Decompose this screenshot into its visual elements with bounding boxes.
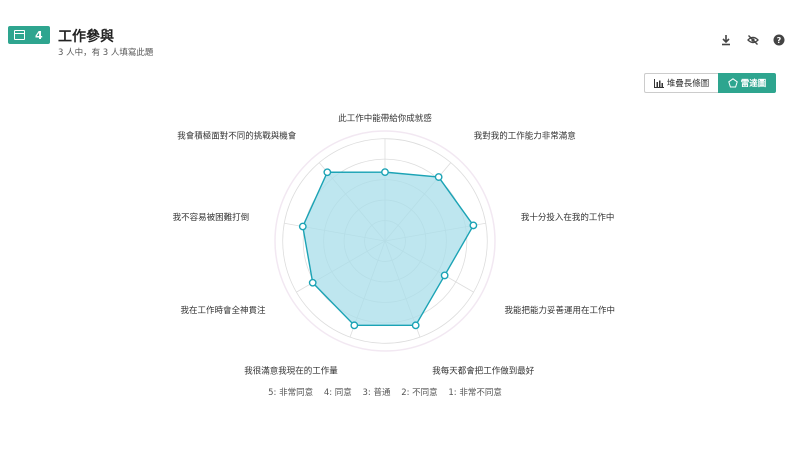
axis-label: 我會積極面對不同的挑戰與機會 — [177, 130, 297, 141]
axis-label: 我能把能力妥善運用在工作中 — [505, 305, 616, 316]
axis-label: 我在工作時會全神貫注 — [180, 305, 266, 316]
legend-item: 1: 非常不同意 — [448, 388, 502, 398]
data-point — [434, 173, 443, 181]
scale-legend: 5: 非常同意 4: 同意 3: 普通 2: 不同意 1: 非常不同意 — [0, 386, 770, 398]
axis-label: 我很滿意我現在的工作量 — [244, 366, 338, 377]
legend-item: 4: 同意 — [323, 388, 352, 398]
data-point — [381, 168, 389, 177]
legend-item: 2: 不同意 — [401, 388, 438, 398]
data-point — [440, 271, 449, 280]
data-point — [350, 321, 359, 330]
data-point — [308, 278, 317, 287]
axis-label: 我不容易被困難打倒 — [173, 212, 250, 223]
axis-label: 我對我的工作能力非常滿意 — [474, 130, 576, 141]
series-area — [302, 171, 475, 327]
data-point — [323, 168, 332, 177]
data-point — [411, 321, 420, 330]
legend-item: 3: 普通 — [362, 388, 391, 398]
legend-item: 5: 非常同意 — [268, 388, 314, 398]
radar-chart: 此工作中能帶給你成就感我對我的工作能力非常滿意我十分投入在我的工作中我能把能力妥… — [173, 113, 616, 377]
data-point — [469, 221, 478, 230]
axis-label: 我每天都會把工作做到最好 — [432, 366, 535, 377]
axis-label: 此工作中能帶給你成就感 — [338, 113, 432, 124]
data-point — [298, 222, 307, 231]
axis-label: 我十分投入在我的工作中 — [521, 212, 615, 223]
